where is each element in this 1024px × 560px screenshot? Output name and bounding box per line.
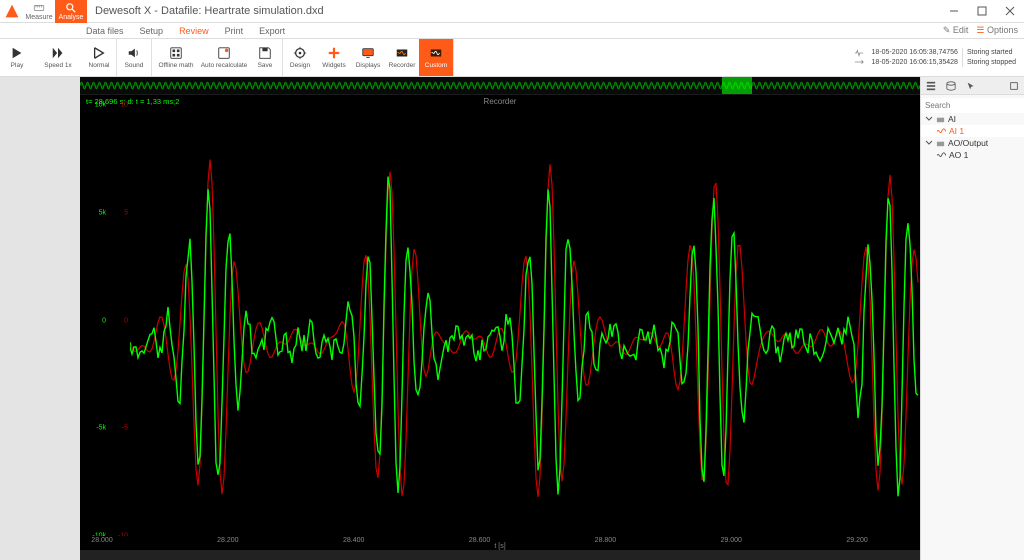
- channel-panel: AIAI 1AO/OutputAO 1: [920, 77, 1024, 560]
- y-axis-right[interactable]: -10-50510: [108, 105, 130, 536]
- window-controls: [940, 0, 1024, 23]
- tree-channel[interactable]: AI 1: [921, 125, 1024, 137]
- chart-wrap: -10k-5k05k10k -10-50510: [80, 105, 920, 536]
- close-button[interactable]: [996, 0, 1024, 23]
- offline-math-button[interactable]: Offline math: [152, 39, 200, 76]
- speed-button[interactable]: Speed 1x: [34, 39, 82, 76]
- minimize-button[interactable]: [940, 0, 968, 23]
- main-area: t= 28,696 s; d: t = 1,33 ms;2 Recorder -…: [0, 77, 1024, 560]
- toolbar: Play Speed 1x Normal Sound Offline math …: [0, 39, 1024, 77]
- play-button[interactable]: Play: [0, 39, 34, 76]
- recorder-display[interactable]: t= 28,696 s; d: t = 1,33 ms;2 Recorder -…: [80, 77, 920, 560]
- displays-button[interactable]: Displays: [351, 39, 385, 76]
- chart-info-line: t= 28,696 s; d: t = 1,33 ms;2 Recorder: [80, 95, 920, 105]
- status-txt-1: Storing started: [967, 48, 1016, 57]
- left-gutter: [0, 77, 80, 560]
- mode-tab-measure[interactable]: Measure: [23, 0, 55, 23]
- channel-search[interactable]: [921, 95, 1024, 111]
- plot-area[interactable]: [130, 105, 920, 536]
- menu-strip: Data files Setup Review Print Export ✎ E…: [0, 23, 1024, 39]
- y-axis-left[interactable]: -10k-5k05k10k: [80, 105, 108, 536]
- tree-group[interactable]: AI: [921, 113, 1024, 125]
- tab-channels-icon[interactable]: [921, 77, 941, 94]
- overview-strip[interactable]: [80, 77, 920, 95]
- app-logo: [0, 0, 23, 23]
- save-button[interactable]: Save: [248, 39, 282, 76]
- custom-button[interactable]: Custom: [419, 39, 453, 76]
- recorder-button[interactable]: Recorder: [385, 39, 419, 76]
- menu-options[interactable]: ☰ Options: [976, 25, 1018, 36]
- mode-tab-analyse[interactable]: Analyse: [55, 0, 87, 23]
- tab-cursor-icon[interactable]: [961, 77, 981, 94]
- status-txt-2: Storing stopped: [967, 58, 1016, 67]
- menu-print[interactable]: Print: [217, 26, 252, 36]
- tab-expand-icon[interactable]: [1004, 77, 1024, 94]
- x-axis[interactable]: t [s] 28.00028.20028.40028.60028.80029.0…: [80, 536, 920, 550]
- status-ts-2: 18-05-2020 16:06:15,35428: [872, 58, 958, 67]
- status-block: 18-05-2020 16:05:38,74756 18-05-2020 16:…: [850, 39, 1024, 76]
- mode-tab-label: Analyse: [59, 14, 84, 21]
- overview-selection[interactable]: [722, 77, 753, 94]
- tab-db-icon[interactable]: [941, 77, 961, 94]
- auto-recalculate-button[interactable]: Auto recalculate: [200, 39, 248, 76]
- normal-button[interactable]: Normal: [82, 39, 116, 76]
- overview-waveform: [80, 77, 920, 94]
- x-axis-label: t [s]: [494, 543, 505, 550]
- panel-tabs: [921, 77, 1024, 95]
- tree-channel[interactable]: AO 1: [921, 149, 1024, 161]
- mode-tabs: Measure Analyse: [23, 0, 87, 22]
- titlebar: Measure Analyse Dewesoft X - Datafile: H…: [0, 0, 1024, 23]
- status-ts-1: 18-05-2020 16:05:38,74756: [872, 48, 958, 57]
- mode-tab-label: Measure: [25, 14, 52, 21]
- menu-edit[interactable]: ✎ Edit: [943, 25, 969, 36]
- menu-review[interactable]: Review: [171, 26, 217, 36]
- tree-group[interactable]: AO/Output: [921, 137, 1024, 149]
- widgets-button[interactable]: Widgets: [317, 39, 351, 76]
- waveform-plot: [130, 105, 920, 536]
- maximize-button[interactable]: [968, 0, 996, 23]
- design-button[interactable]: Design: [283, 39, 317, 76]
- menu-data-files[interactable]: Data files: [78, 26, 132, 36]
- menu-setup[interactable]: Setup: [132, 26, 172, 36]
- channel-tree[interactable]: AIAI 1AO/OutputAO 1: [921, 111, 1024, 163]
- sound-button[interactable]: Sound: [117, 39, 151, 76]
- time-scrollbar[interactable]: [80, 550, 920, 560]
- menu-export[interactable]: Export: [251, 26, 293, 36]
- window-title: Dewesoft X - Datafile: Heartrate simulat…: [87, 5, 324, 17]
